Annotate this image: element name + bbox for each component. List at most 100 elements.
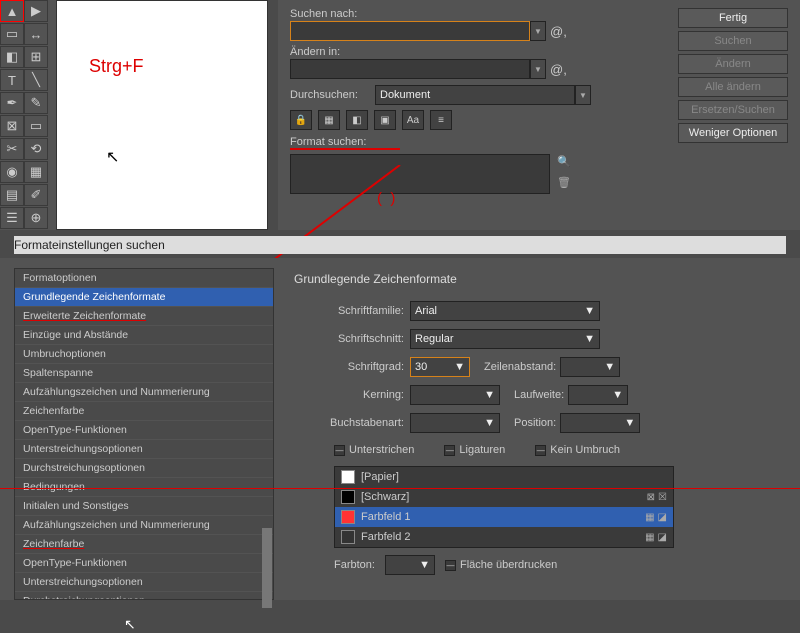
list-item[interactable]: Aufzählungszeichen und Nummerierung xyxy=(15,516,273,535)
tracking-input[interactable]: ▼ xyxy=(568,385,628,405)
underline-checkbox[interactable]: —Unterstrichen xyxy=(334,444,414,456)
transform-icon[interactable]: ⟲ xyxy=(24,138,48,160)
ligatures-checkbox[interactable]: —Ligaturen xyxy=(444,444,505,456)
whole-word-icon[interactable]: ≡ xyxy=(430,110,452,130)
special-char-icon[interactable]: @, xyxy=(550,24,567,39)
type-tool-icon[interactable]: T xyxy=(0,69,24,91)
settings-dialog-title: Formateinstellungen suchen xyxy=(14,236,786,254)
content-tool-icon[interactable]: ◧ xyxy=(0,46,24,68)
scrollbar[interactable] xyxy=(262,528,272,608)
hand-tool-icon[interactable]: ⊞ xyxy=(24,46,48,68)
change-all-button[interactable]: Alle ändern xyxy=(678,77,788,97)
leading-input[interactable]: ▼ xyxy=(560,357,620,377)
rect-frame-icon[interactable]: ⊠ xyxy=(0,115,24,137)
scope-dd-icon[interactable]: ▼ xyxy=(575,85,591,105)
rect-tool-icon[interactable]: ▭ xyxy=(24,115,48,137)
line-tool-icon[interactable]: ╲ xyxy=(24,69,48,91)
search-dropdown-icon[interactable]: ▼ xyxy=(530,21,546,41)
nobreak-checkbox[interactable]: —Kein Umbruch xyxy=(535,444,620,456)
annotation-line xyxy=(0,488,800,489)
gap-tool-icon[interactable]: ↔ xyxy=(24,23,48,45)
font-family-dropdown[interactable]: Arial▼ xyxy=(410,301,600,321)
special-char2-icon[interactable]: @, xyxy=(550,62,567,77)
process-icon: ▦ xyxy=(645,532,654,543)
list-item[interactable]: OpenType-Funktionen xyxy=(15,554,273,573)
document-canvas[interactable]: Strg+F xyxy=(56,0,268,230)
pencil-tool-icon[interactable]: ✎ xyxy=(24,92,48,114)
direct-select-icon[interactable]: ▶ xyxy=(24,0,48,22)
change-dropdown-icon[interactable]: ▼ xyxy=(530,59,546,79)
size-input[interactable]: 30▼ xyxy=(410,357,470,377)
leading-label: Zeilenabstand: xyxy=(484,361,556,373)
list-item[interactable]: Spaltenspanne xyxy=(15,364,273,383)
case-dropdown[interactable]: ▼ xyxy=(410,413,500,433)
list-item[interactable]: Einzüge und Abstände xyxy=(15,326,273,345)
hidden-layers-icon[interactable]: ◧ xyxy=(346,110,368,130)
list-item[interactable]: Grundlegende Zeichenformate xyxy=(15,288,273,307)
change-input[interactable] xyxy=(290,59,530,79)
eyedropper-icon[interactable]: ✐ xyxy=(24,184,48,206)
position-dropdown[interactable]: ▼ xyxy=(560,413,640,433)
list-item[interactable]: Durchstreichungsoptionen xyxy=(15,592,273,600)
replace-button[interactable]: Ersetzen/Suchen xyxy=(678,100,788,120)
specify-format-icon[interactable]: 🔍 xyxy=(557,155,571,168)
change-button[interactable]: Ändern xyxy=(678,54,788,74)
paren-annotation: ( ) xyxy=(377,190,395,207)
search-input[interactable] xyxy=(290,21,530,41)
category-list[interactable]: Formatoptionen Grundlegende Zeichenforma… xyxy=(14,268,274,600)
list-item[interactable]: Initialen und Sonstiges xyxy=(15,497,273,516)
list-item[interactable]: Zeichenfarbe xyxy=(15,402,273,421)
locked-layers-icon[interactable]: 🔒 xyxy=(290,110,312,130)
footnotes-icon[interactable]: Aa xyxy=(402,110,424,130)
case-label: Buchstabenart: xyxy=(294,417,404,429)
locked-stories-icon[interactable]: ▦ xyxy=(318,110,340,130)
zoom-icon[interactable]: ⊕ xyxy=(24,207,48,229)
list-item[interactable]: Unterstreichungsoptionen xyxy=(15,440,273,459)
overprint-fill-checkbox[interactable]: —Fläche überdrucken xyxy=(445,559,557,571)
swatch-row[interactable]: Farbfeld 2▦◪ xyxy=(335,527,673,547)
cmyk-icon: ◪ xyxy=(658,532,667,543)
list-item[interactable]: Durchstreichungsoptionen xyxy=(15,459,273,478)
less-options-button[interactable]: Weniger Optionen xyxy=(678,123,788,143)
swatch-row[interactable]: [Schwarz]⊠☒ xyxy=(335,487,673,507)
font-family-label: Schriftfamilie: xyxy=(294,305,404,317)
list-item[interactable]: Zeichenfarbe xyxy=(15,535,273,554)
registration-icon: ☒ xyxy=(658,492,667,503)
clear-format-icon[interactable]: 🗑 xyxy=(557,176,571,189)
section-title: Grundlegende Zeichenformate xyxy=(294,272,784,286)
kerning-label: Kerning: xyxy=(294,389,404,401)
hand-icon[interactable]: ☰ xyxy=(0,207,24,229)
scope-dropdown[interactable]: Dokument xyxy=(375,85,575,105)
pen-tool-icon[interactable]: ✒ xyxy=(0,92,24,114)
cursor-icon: ↖ xyxy=(124,616,136,633)
done-button[interactable]: Fertig xyxy=(678,8,788,28)
tint-input[interactable]: ▼ xyxy=(385,555,435,575)
format-settings-dialog: Formatoptionen Grundlegende Zeichenforma… xyxy=(0,258,800,600)
scissors-icon[interactable]: ✂ xyxy=(0,138,24,160)
master-pages-icon[interactable]: ▣ xyxy=(374,110,396,130)
detail-pane: Grundlegende Zeichenformate Schriftfamil… xyxy=(278,258,800,600)
selection-tool-icon[interactable]: ▲ xyxy=(0,0,24,22)
list-item[interactable]: OpenType-Funktionen xyxy=(15,421,273,440)
scope-label: Durchsuchen: xyxy=(290,89,375,101)
gradient-icon[interactable]: ◉ xyxy=(0,161,24,183)
list-item[interactable]: Erweiterte Zeichenformate xyxy=(15,307,273,326)
list-item[interactable]: Unterstreichungsoptionen xyxy=(15,573,273,592)
swatch-list[interactable]: [Papier] [Schwarz]⊠☒ Farbfeld 1▦◪ Farbfe… xyxy=(334,466,674,548)
format-search-box[interactable]: 🔍 🗑 xyxy=(290,154,550,194)
swatch-row[interactable]: [Papier] xyxy=(335,467,673,487)
search-button[interactable]: Suchen xyxy=(678,31,788,51)
tracking-label: Laufweite: xyxy=(514,389,564,401)
list-item[interactable]: Aufzählungszeichen und Nummerierung xyxy=(15,383,273,402)
list-item[interactable]: Umbruchoptionen xyxy=(15,345,273,364)
find-buttons: Fertig Suchen Ändern Alle ändern Ersetze… xyxy=(678,8,788,143)
page-tool-icon[interactable]: ▭ xyxy=(0,23,24,45)
list-item[interactable]: Formatoptionen xyxy=(15,269,273,288)
swatch-row[interactable]: Farbfeld 1▦◪ xyxy=(335,507,673,527)
tools-panel: ▲ ▶ ▭ ↔ ◧ ⊞ T ╲ ✒ ✎ ⊠ ▭ ✂ ⟲ ◉ ▦ ▤ ✐ ☰ ⊕ xyxy=(0,0,56,230)
gradient2-icon[interactable]: ▦ xyxy=(24,161,48,183)
note-icon-tool[interactable]: ▤ xyxy=(0,184,24,206)
kerning-dropdown[interactable]: ▼ xyxy=(410,385,500,405)
size-label: Schriftgrad: xyxy=(294,361,404,373)
font-style-dropdown[interactable]: Regular▼ xyxy=(410,329,600,349)
